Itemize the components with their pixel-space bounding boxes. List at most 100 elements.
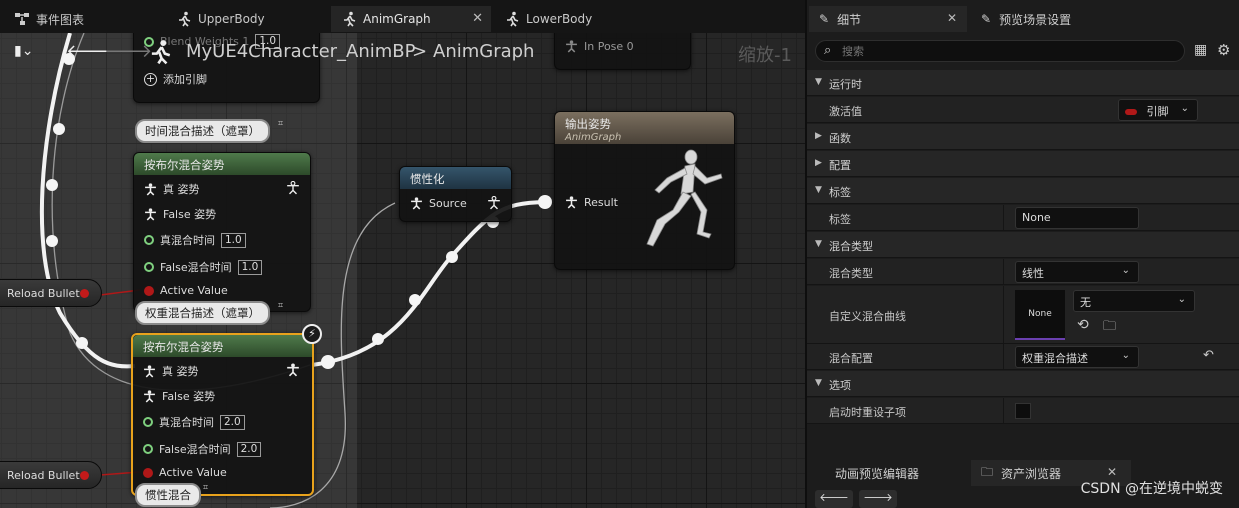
pose-pin-icon	[144, 389, 155, 402]
false-blend-time-label: False混合时间	[160, 261, 232, 274]
watermark: CSDN @在逆境中蜕变	[1080, 481, 1223, 497]
tab-label: LowerBody	[526, 12, 593, 26]
property-reset-children: 启动时重设子项	[807, 398, 1239, 424]
add-circle-icon: +	[144, 71, 157, 86]
tab-preview-scene[interactable]: ✎ 预览场景设置	[971, 6, 1171, 32]
search-box[interactable]: ⌕	[815, 40, 1185, 62]
tab-lowerbody[interactable]: LowerBody	[494, 6, 654, 32]
caret-right-icon: ▶	[815, 158, 822, 168]
reload-bullet-variable-2[interactable]: Reload Bullet	[0, 461, 102, 489]
property-blend-profile: 混合配置 权重混合描述 ⌄ ↶	[807, 344, 1239, 370]
category-blend-type[interactable]: ▼ 混合类型	[807, 232, 1239, 258]
pose-output-icon[interactable]	[487, 196, 501, 210]
false-blend-time-value[interactable]: 2.0	[236, 441, 262, 457]
close-icon[interactable]: ✕	[947, 11, 957, 25]
mannequin-running-icon	[646, 149, 723, 247]
caret-right-icon: ▶	[815, 131, 822, 141]
tab-event-graph[interactable]: 事件图表	[4, 6, 164, 32]
true-blend-time-label: 真混合时间	[160, 234, 215, 247]
property-tag: 标签 None	[807, 205, 1239, 231]
caret-down-icon: ▼	[815, 185, 822, 195]
reset-children-checkbox[interactable]	[1015, 403, 1031, 419]
pose-wires	[39, 33, 552, 508]
chevron-down-icon: ⌄	[1177, 294, 1186, 305]
activation-value-dropdown[interactable]: 引脚 ⌄	[1118, 99, 1198, 121]
category-tags[interactable]: ▼ 标签	[807, 178, 1239, 204]
search-input[interactable]	[842, 43, 1172, 60]
chevron-down-icon: ⌄	[1121, 350, 1130, 361]
caret-down-icon: ▼	[815, 378, 822, 388]
forward-arrow-icon[interactable]: 🡒	[104, 41, 152, 62]
pin-comment-icon[interactable]: ⌗	[278, 119, 283, 129]
tab-label: 细节	[837, 12, 862, 27]
use-selected-icon[interactable]: ⟲	[1077, 317, 1089, 333]
back-arrow-icon[interactable]: 🡐	[815, 490, 853, 508]
category-functions[interactable]: ▶ 函数	[807, 124, 1239, 150]
blend-poses-by-bool-node-1[interactable]: 按布尔混合姿势 真 姿势 False 姿势 真混合时间 1.0 False混合时…	[133, 152, 311, 312]
reload-bullet-variable-1[interactable]: Reload Bullet	[0, 279, 102, 307]
breadcrumb-blueprint[interactable]: MyUE4Character_AnimBP	[186, 41, 416, 62]
bool-pin-icon[interactable]	[80, 471, 89, 480]
comment-weight-blend[interactable]: 权重混合描述（遮罩）	[135, 301, 270, 325]
reset-arrow-icon[interactable]: ↶	[1203, 348, 1214, 363]
blend-profile-dropdown[interactable]: 权重混合描述 ⌄	[1015, 346, 1139, 368]
folder-icon: 🗀	[981, 464, 994, 479]
true-pose-label: 真 姿势	[162, 365, 199, 378]
curve-thumbnail[interactable]: None	[1015, 290, 1065, 340]
bool-pin-icon[interactable]	[80, 289, 89, 298]
output-pose-node[interactable]: 输出姿势 AnimGraph Result	[554, 111, 735, 270]
bookmark-icon[interactable]: ▮⌄	[14, 43, 33, 59]
add-pin-label: 添加引脚	[163, 73, 207, 86]
comment-time-blend[interactable]: 时间混合描述（遮罩）	[135, 119, 270, 143]
float-pin-icon	[143, 417, 153, 427]
curve-asset-dropdown[interactable]: 无 ⌄	[1073, 290, 1195, 312]
false-blend-time-value[interactable]: 1.0	[237, 259, 263, 275]
pose-pin-icon	[145, 182, 156, 195]
search-icon: ⌕	[824, 43, 832, 58]
true-blend-time-value[interactable]: 1.0	[221, 232, 246, 248]
false-blend-time-label: False混合时间	[159, 443, 231, 456]
close-icon[interactable]: ✕	[1107, 465, 1117, 479]
category-config[interactable]: ▶ 配置	[807, 151, 1239, 177]
true-blend-time-value[interactable]: 2.0	[220, 414, 245, 430]
table-view-icon[interactable]: ▦	[1194, 42, 1207, 58]
close-icon[interactable]: ✕	[472, 11, 483, 26]
gear-icon[interactable]: ⚙	[1217, 41, 1230, 59]
pin-comment-icon[interactable]: ⌗	[278, 301, 283, 311]
float-pin-icon	[144, 235, 154, 245]
inertialization-node[interactable]: 惯性化 Source	[399, 166, 512, 222]
chevron-down-icon: ⌄	[1121, 265, 1130, 276]
false-pose-label: False 姿势	[163, 208, 217, 221]
float-pin-icon	[143, 444, 153, 454]
float-pin-icon	[144, 262, 154, 272]
tab-upperbody[interactable]: UpperBody	[166, 6, 328, 32]
blend-poses-by-bool-node-2[interactable]: 按布尔混合姿势 真 姿势 False 姿势 真混合时间 2.0 False混合时…	[131, 333, 314, 496]
node-subtitle: AnimGraph	[565, 132, 622, 143]
comment-inertial-blend[interactable]: 惯性混合	[135, 483, 201, 507]
pin-comment-icon[interactable]: ⌗	[203, 483, 208, 493]
tab-animgraph[interactable]: AnimGraph ✕	[331, 6, 491, 32]
tag-input[interactable]: None	[1015, 207, 1139, 229]
pose-output-icon[interactable]	[286, 363, 300, 377]
active-value-label: Active Value	[159, 466, 227, 479]
pose-output-icon[interactable]	[286, 181, 300, 195]
false-pose-label: False 姿势	[162, 390, 216, 403]
category-runtime[interactable]: ▼ 运行时	[807, 70, 1239, 96]
category-options[interactable]: ▼ 选项	[807, 371, 1239, 397]
node-header: 输出姿势 AnimGraph	[555, 112, 734, 144]
breadcrumb-graph[interactable]: AnimGraph	[433, 41, 534, 62]
forward-arrow-icon[interactable]: 🡒	[859, 490, 897, 508]
blend-type-dropdown[interactable]: 线性 ⌄	[1015, 261, 1139, 283]
pencil-icon: ✎	[819, 12, 830, 26]
true-pose-label: 真 姿势	[163, 183, 200, 196]
browse-folder-icon[interactable]: 🗀	[1103, 317, 1116, 339]
tab-anim-preview-editor[interactable]: 动画预览编辑器	[807, 460, 967, 486]
zoom-level: 缩放-1	[738, 45, 792, 66]
tab-label: 预览场景设置	[999, 12, 1072, 27]
tab-label: UpperBody	[198, 12, 265, 26]
tab-details[interactable]: ✎ 细节 ✕	[809, 6, 967, 32]
add-pin-button[interactable]: + 添加引脚	[144, 71, 207, 87]
source-pin-label: Source	[429, 197, 467, 210]
fast-path-icon: ⚡	[302, 324, 322, 344]
anim-graph-canvas[interactable]: Blend Weights 1 1.0 + 添加引脚 In Pose 0 ▮⌄ 🡐…	[0, 33, 805, 508]
